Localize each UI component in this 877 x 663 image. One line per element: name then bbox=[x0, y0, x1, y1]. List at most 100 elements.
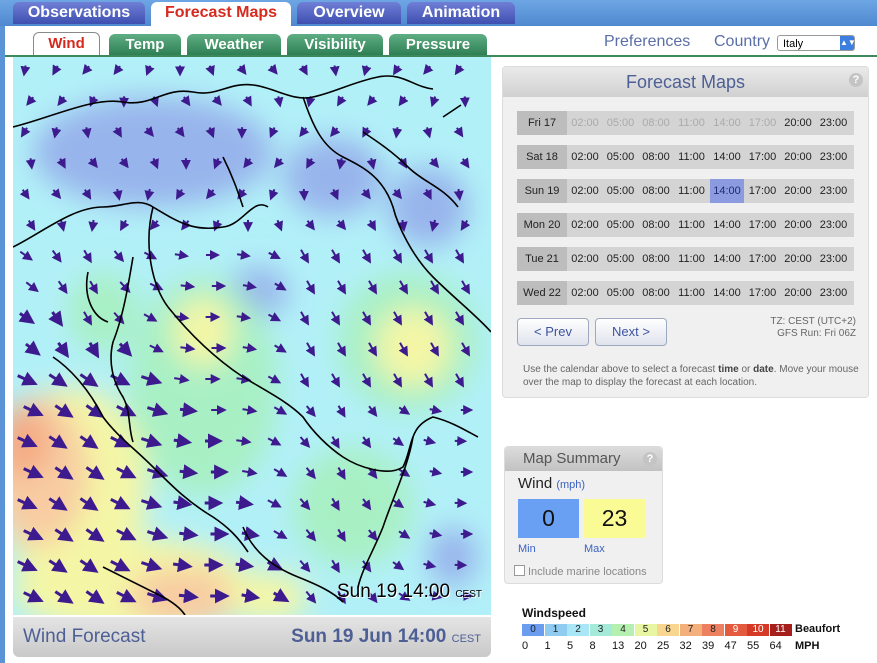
wind-arrow bbox=[18, 309, 36, 325]
legend-beaufort-cell: 7 bbox=[679, 624, 702, 636]
forecast-time-cell[interactable]: 11:00 bbox=[675, 145, 709, 169]
forecast-time-cell[interactable]: 05:00 bbox=[604, 247, 638, 271]
legend-beaufort-cell: 6 bbox=[657, 624, 679, 636]
map-footer: Wind Forecast Sun 19 Jun 14:00 CEST bbox=[13, 617, 491, 657]
wind-arrow bbox=[236, 63, 247, 75]
checkbox-icon[interactable] bbox=[514, 565, 525, 576]
forecast-day-label: Tue 21 bbox=[517, 247, 567, 271]
forecast-time-cell[interactable]: 08:00 bbox=[639, 213, 673, 237]
legend-mph-value: 39 bbox=[702, 640, 715, 652]
forecast-time-cell[interactable]: 11:00 bbox=[675, 281, 709, 305]
forecast-time-cell[interactable]: 11:00 bbox=[675, 247, 709, 271]
forecast-time-cell[interactable]: 23:00 bbox=[817, 247, 851, 271]
forecast-time-cell[interactable]: 20:00 bbox=[781, 179, 815, 203]
chevron-updown-icon: ▲▼ bbox=[840, 36, 856, 50]
forecast-time-cell[interactable]: 20:00 bbox=[781, 111, 815, 135]
forecast-time-cell[interactable]: 02:00 bbox=[568, 145, 602, 169]
legend-mph-value: 8 bbox=[589, 640, 596, 652]
subtab-wind[interactable]: Wind bbox=[33, 32, 100, 57]
forecast-time-cell[interactable]: 17:00 bbox=[746, 213, 780, 237]
forecast-time-cell[interactable]: 17:00 bbox=[746, 247, 780, 271]
forecast-time-cell[interactable]: 05:00 bbox=[604, 145, 638, 169]
wind-arrow bbox=[429, 466, 443, 477]
wind-arrow bbox=[57, 95, 68, 107]
forecast-time-cell[interactable]: 20:00 bbox=[781, 145, 815, 169]
timezone-label: TZ: CEST (UTC+2) bbox=[770, 316, 856, 327]
tab-animation[interactable]: Animation bbox=[407, 2, 515, 24]
subtab-temp[interactable]: Temp bbox=[109, 34, 181, 55]
forecast-time-cell[interactable]: 02:00 bbox=[568, 179, 602, 203]
forecast-time-cell[interactable]: 14:00 bbox=[710, 213, 744, 237]
legend-mph-value: 0 bbox=[522, 640, 529, 652]
forecast-time-cell[interactable]: 14:00 bbox=[710, 179, 744, 203]
wind-arrow bbox=[298, 64, 308, 76]
wind-arrow bbox=[392, 249, 402, 264]
forecast-time-cell[interactable]: 20:00 bbox=[781, 281, 815, 305]
wind-arrow bbox=[25, 158, 36, 170]
subtab-visibility[interactable]: Visibility bbox=[287, 34, 383, 55]
wind-arrow bbox=[82, 63, 93, 75]
wind-arrow bbox=[267, 436, 282, 446]
forecast-time-cell[interactable]: 08:00 bbox=[639, 145, 673, 169]
forecast-time-cell[interactable]: 23:00 bbox=[817, 213, 851, 237]
forecast-time-cell[interactable]: 08:00 bbox=[639, 247, 673, 271]
wind-arrow bbox=[236, 311, 252, 322]
forecast-time-cell[interactable]: 20:00 bbox=[781, 213, 815, 237]
help-icon[interactable]: ? bbox=[643, 452, 657, 466]
wind-arrow bbox=[305, 280, 315, 295]
forecast-time-cell[interactable]: 02:00 bbox=[568, 213, 602, 237]
forecast-time-cell[interactable]: 23:00 bbox=[817, 145, 851, 169]
forecast-time-cell[interactable]: 17:00 bbox=[746, 179, 780, 203]
subtab-pressure[interactable]: Pressure bbox=[389, 34, 487, 55]
wind-arrow bbox=[82, 249, 92, 264]
wind-arrow bbox=[81, 127, 92, 139]
marine-locations-checkbox[interactable]: Include marine locations bbox=[514, 565, 647, 578]
map-summary-title: Map Summary bbox=[505, 447, 662, 471]
wind-arrow bbox=[267, 63, 278, 75]
legend-title: Windspeed bbox=[522, 606, 586, 620]
wind-map[interactable]: Sun 19 14:00 CEST bbox=[13, 57, 491, 615]
forecast-time-cell[interactable]: 17:00 bbox=[746, 281, 780, 305]
wind-arrow bbox=[48, 372, 68, 387]
forecast-time-cell[interactable]: 08:00 bbox=[639, 179, 673, 203]
wind-arrow bbox=[367, 405, 378, 417]
prev-button[interactable]: < Prev bbox=[517, 318, 589, 346]
tab-forecast-maps[interactable]: Forecast Maps bbox=[151, 2, 291, 26]
legend-beaufort-label: Beaufort bbox=[795, 623, 841, 635]
next-button[interactable]: Next > bbox=[595, 318, 667, 346]
forecast-time-cell[interactable]: 14:00 bbox=[710, 281, 744, 305]
forecast-time-cell[interactable]: 05:00 bbox=[604, 281, 638, 305]
country-select[interactable]: Italy ▲▼ bbox=[777, 35, 856, 51]
forecast-time-cell[interactable]: 23:00 bbox=[817, 281, 851, 305]
forecast-time-cell[interactable]: 14:00 bbox=[710, 247, 744, 271]
forecast-time-cell[interactable]: 20:00 bbox=[781, 247, 815, 271]
forecast-time-cell[interactable]: 11:00 bbox=[675, 179, 709, 203]
forecast-day-row: Sat 18 02:00 05:00 08:00 11:00 14:00 17:00 20:0… bbox=[517, 145, 854, 169]
wind-arrow bbox=[330, 249, 340, 264]
tab-overview[interactable]: Overview bbox=[297, 2, 401, 24]
wind-arrow bbox=[242, 95, 252, 107]
forecast-time-cell[interactable]: 05:00 bbox=[604, 213, 638, 237]
forecast-time-cell[interactable]: 23:00 bbox=[817, 179, 851, 203]
help-icon[interactable]: ? bbox=[849, 73, 863, 87]
tab-observations[interactable]: Observations bbox=[13, 2, 145, 24]
legend-beaufort-cell: 5 bbox=[634, 624, 657, 636]
legend-mph-label: MPH bbox=[795, 640, 820, 652]
forecast-time-cell[interactable]: 14:00 bbox=[710, 145, 744, 169]
forecast-time-cell[interactable]: 08:00 bbox=[639, 281, 673, 305]
wind-arrow bbox=[299, 436, 311, 449]
forecast-time-cell[interactable]: 11:00 bbox=[675, 213, 709, 237]
preferences-link[interactable]: Preferences bbox=[604, 33, 690, 51]
wind-arrow bbox=[459, 157, 470, 169]
forecast-time-cell[interactable]: 02:00 bbox=[568, 247, 602, 271]
wind-arrow bbox=[330, 436, 340, 449]
forecast-time-cell[interactable]: 02:00 bbox=[568, 281, 602, 305]
subtab-weather[interactable]: Weather bbox=[187, 34, 281, 55]
forecast-time-cell[interactable]: 17:00 bbox=[746, 145, 780, 169]
wind-arrow bbox=[273, 157, 285, 169]
summary-min-label: Min bbox=[518, 543, 536, 555]
forecast-time-cell[interactable]: 05:00 bbox=[604, 179, 638, 203]
forecast-time-cell[interactable]: 23:00 bbox=[817, 111, 851, 135]
wind-arrow bbox=[113, 250, 125, 263]
wind-arrow bbox=[423, 435, 437, 446]
